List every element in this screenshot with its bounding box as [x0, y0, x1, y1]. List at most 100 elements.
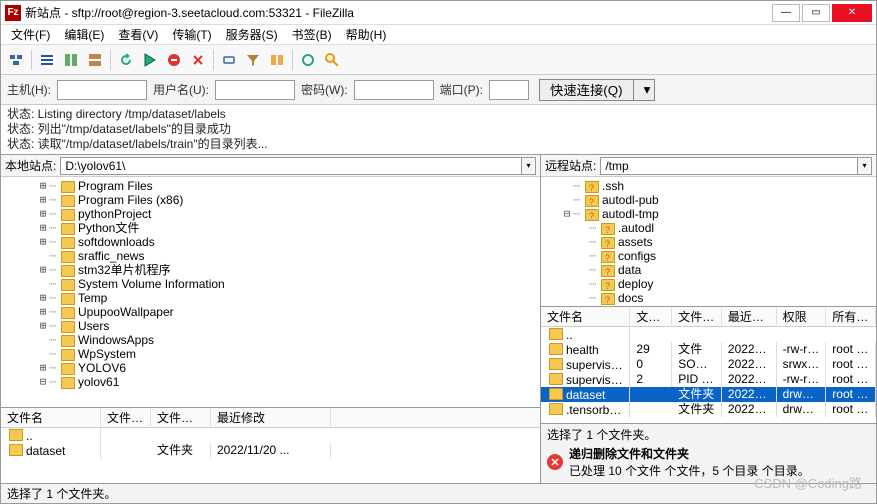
tree-row[interactable]: ⊞┈Users — [5, 319, 536, 333]
tree-expander[interactable]: ⊟ — [561, 207, 573, 221]
remote-file-list[interactable]: ..health29文件2022/11/2...-rw-r--r--root r… — [541, 327, 876, 423]
tree-row[interactable]: ┈data — [545, 263, 872, 277]
column-header[interactable]: 文件大小 — [101, 409, 151, 426]
remote-path-dropdown[interactable]: ▾ — [858, 157, 872, 175]
column-header[interactable]: 文件类型 — [672, 308, 722, 325]
menu-item[interactable]: 帮助(H) — [340, 25, 393, 44]
toggle-tree-button[interactable] — [60, 49, 82, 71]
tree-row[interactable]: ┈deploy — [545, 277, 872, 291]
file-row[interactable]: .. — [1, 428, 540, 443]
column-header[interactable]: 文件类型 — [151, 409, 211, 426]
column-header[interactable]: 权限 — [777, 308, 827, 325]
tree-row[interactable]: ⊞┈stm32单片机程序 — [5, 263, 536, 277]
sync-browse-button[interactable] — [297, 49, 319, 71]
folder-icon — [585, 181, 599, 193]
tree-row[interactable]: ⊞┈softdownloads — [5, 235, 536, 249]
menu-item[interactable]: 查看(V) — [112, 25, 164, 44]
reconnect-button[interactable] — [218, 49, 240, 71]
tree-expander[interactable]: ⊞ — [37, 179, 49, 193]
tree-row[interactable]: ┈.autodl — [545, 221, 872, 235]
message-log[interactable]: 状态: Listing directory /tmp/dataset/label… — [1, 105, 876, 155]
file-row[interactable]: health29文件2022/11/2...-rw-r--r--root roo… — [541, 342, 876, 357]
user-input[interactable] — [215, 80, 295, 100]
process-queue-button[interactable] — [139, 49, 161, 71]
remote-path-input[interactable] — [600, 157, 858, 175]
tree-row[interactable]: ┈autodl-pub — [545, 193, 872, 207]
local-tree[interactable]: ⊞┈Program Files⊞┈Program Files (x86)⊞┈py… — [1, 177, 540, 408]
menu-item[interactable]: 服务器(S) — [220, 25, 284, 44]
tree-row[interactable]: ⊞┈Temp — [5, 291, 536, 305]
toggle-log-button[interactable] — [36, 49, 58, 71]
tree-row[interactable]: ⊟┈yolov61 — [5, 375, 536, 389]
tree-expander[interactable]: ⊞ — [37, 319, 49, 333]
tree-row[interactable]: ┈docs — [545, 291, 872, 305]
tree-row[interactable]: ⊞┈Program Files — [5, 179, 536, 193]
close-button[interactable]: ✕ — [832, 4, 872, 22]
cell: srwxr-x... — [777, 357, 827, 372]
disconnect-button[interactable] — [187, 49, 209, 71]
column-header[interactable]: 文件大小 — [630, 308, 672, 325]
search-button[interactable] — [321, 49, 343, 71]
tree-row[interactable]: ⊞┈UpupooWallpaper — [5, 305, 536, 319]
column-header[interactable]: 文件名 — [1, 409, 101, 426]
menu-item[interactable]: 文件(F) — [5, 25, 56, 44]
compare-button[interactable] — [266, 49, 288, 71]
refresh-button[interactable] — [115, 49, 137, 71]
file-row[interactable]: supervisor.sock0SOCK ...2022/11/2...srwx… — [541, 357, 876, 372]
host-input[interactable] — [57, 80, 147, 100]
file-row[interactable]: supervisord.pid2PID 文件2022/11/2...-rw-r-… — [541, 372, 876, 387]
file-row[interactable]: dataset文件夹2022/11/2...drwxr-x...root roo… — [541, 387, 876, 402]
quick-connect-history-button[interactable]: ▾ — [634, 79, 655, 101]
column-header[interactable]: 最近修改 — [211, 409, 331, 426]
maximize-button[interactable]: ▭ — [802, 4, 830, 22]
tree-row[interactable]: ┈configs — [545, 249, 872, 263]
toggle-queue-button[interactable] — [84, 49, 106, 71]
minimize-button[interactable]: — — [772, 4, 800, 22]
tree-expander[interactable]: ⊞ — [37, 263, 49, 277]
tree-label: WindowsApps — [78, 333, 154, 347]
tree-row[interactable]: ⊞┈YOLOV6 — [5, 361, 536, 375]
tree-expander[interactable]: ⊞ — [37, 235, 49, 249]
column-header[interactable]: 所有者/组 — [826, 308, 876, 325]
file-row[interactable]: dataset文件夹2022/11/20 ... — [1, 443, 540, 458]
tree-expander[interactable]: ⊞ — [37, 193, 49, 207]
tree-row[interactable]: ⊞┈Program Files (x86) — [5, 193, 536, 207]
tree-expander[interactable]: ⊞ — [37, 221, 49, 235]
tree-row[interactable]: ┈.ssh — [545, 179, 872, 193]
local-path-dropdown[interactable]: ▾ — [522, 157, 536, 175]
menu-item[interactable]: 传输(T) — [166, 25, 217, 44]
column-header[interactable]: 最近修改 — [722, 308, 777, 325]
quick-connect-button[interactable]: 快速连接(Q) — [539, 79, 634, 101]
tree-row[interactable]: ┈System Volume Information — [5, 277, 536, 291]
cell: 文件夹 — [672, 387, 722, 402]
local-file-list[interactable]: ..dataset文件夹2022/11/20 ... — [1, 428, 540, 483]
filter-button[interactable] — [242, 49, 264, 71]
menu-item[interactable]: 书签(B) — [286, 25, 338, 44]
tree-row[interactable]: ┈WpSystem — [5, 347, 536, 361]
tree-expander[interactable]: ⊞ — [37, 291, 49, 305]
tree-expander[interactable]: ⊟ — [37, 375, 49, 389]
tree-expander[interactable]: ⊞ — [37, 361, 49, 375]
port-input[interactable] — [489, 80, 529, 100]
remote-tree[interactable]: ┈.ssh┈autodl-pub⊟┈autodl-tmp┈.autodl┈ass… — [541, 177, 876, 307]
site-manager-button[interactable] — [5, 49, 27, 71]
tree-row[interactable]: ┈assets — [545, 235, 872, 249]
local-path-input[interactable] — [60, 157, 522, 175]
file-row[interactable]: .. — [541, 327, 876, 342]
tree-row[interactable]: ┈WindowsApps — [5, 333, 536, 347]
log-line: 状态: Listing directory /tmp/dataset/label… — [7, 107, 870, 122]
menu-item[interactable]: 编辑(E) — [58, 25, 110, 44]
remote-status: 选择了 1 个文件夹。 ✕ 递归删除文件和文件夹 已处理 10 个文件 个文件，… — [541, 423, 876, 483]
tree-expander[interactable]: ⊞ — [37, 305, 49, 319]
tree-row[interactable]: ┈sraffic_news — [5, 249, 536, 263]
local-site-row: 本地站点: ▾ — [1, 155, 540, 177]
column-header[interactable]: 文件名 — [541, 308, 630, 325]
pass-input[interactable] — [354, 80, 434, 100]
file-icon — [549, 388, 563, 400]
cancel-button[interactable] — [163, 49, 185, 71]
tree-row[interactable]: ⊟┈autodl-tmp — [545, 207, 872, 221]
tree-expander[interactable]: ⊞ — [37, 207, 49, 221]
tree-row[interactable]: ⊞┈Python文件 — [5, 221, 536, 235]
file-row[interactable]: .tensorboard-i...文件夹2022/11/2...drwxrw..… — [541, 402, 876, 417]
tree-row[interactable]: ⊞┈pythonProject — [5, 207, 536, 221]
